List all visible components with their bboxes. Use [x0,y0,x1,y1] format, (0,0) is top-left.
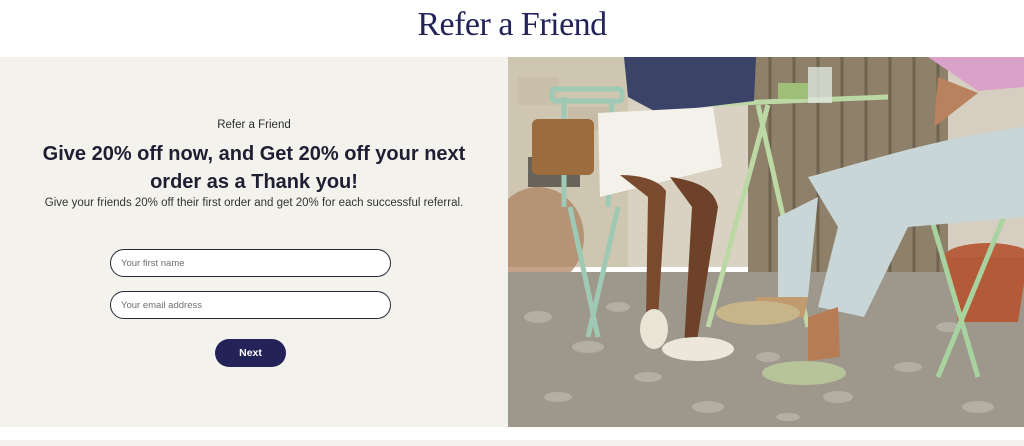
page-title: Refer a Friend [417,6,607,43]
referral-form-panel: Refer a Friend Give 20% off now, and Get… [0,57,508,427]
next-button[interactable]: Next [215,339,286,367]
first-name-input[interactable] [110,249,391,277]
lifestyle-photo [508,57,1024,427]
form-eyebrow: Refer a Friend [217,119,291,131]
photo-illustration [508,57,1024,427]
form-subtext: Give your friends 20% off their first or… [44,197,464,209]
page-divider [0,440,1024,446]
page-header: Refer a Friend [0,0,1024,57]
form-headline: Give 20% off now, and Get 20% off your n… [42,143,466,193]
email-input[interactable] [110,291,391,319]
